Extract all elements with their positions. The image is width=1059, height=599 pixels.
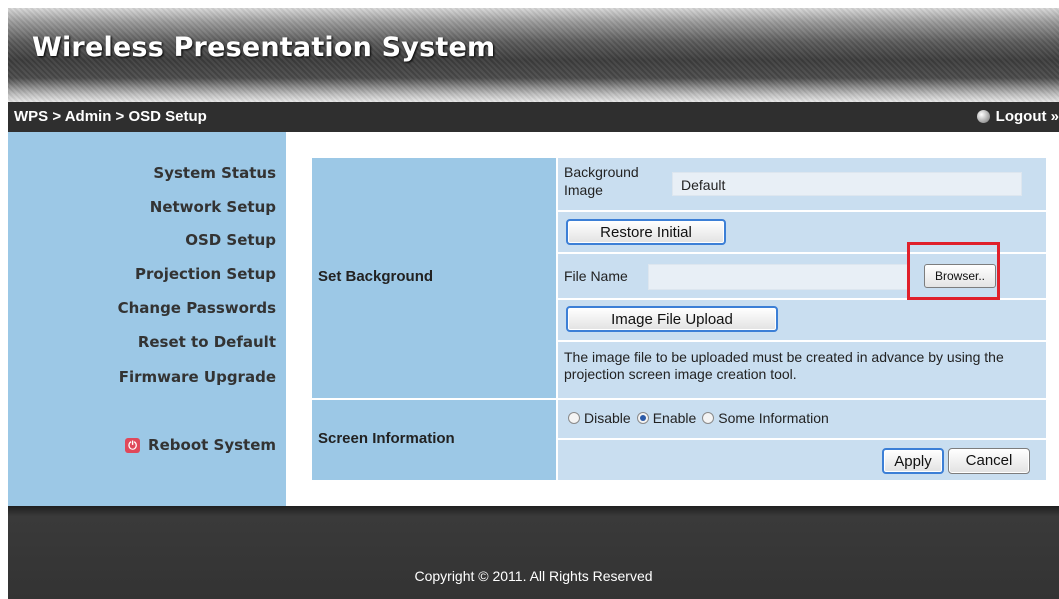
image-file-upload-button[interactable]: Image File Upload <box>566 306 778 332</box>
screen-information-label-cell: Screen Information <box>312 400 556 480</box>
apply-button[interactable]: Apply <box>882 448 944 474</box>
radio-disable-label: Disable <box>584 410 631 426</box>
hint-row: The image file to be uploaded must be cr… <box>558 342 1046 398</box>
breadcrumb: WPS > Admin > OSD Setup <box>14 108 207 125</box>
background-image-label: Background Image <box>564 164 639 198</box>
sidebar-item-network-setup[interactable]: Network Setup <box>150 198 276 216</box>
sidebar-item-reset-to-default[interactable]: Reset to Default <box>138 333 276 351</box>
screen-information-options: Disable Enable Some Information <box>568 410 829 426</box>
logout-icon <box>976 110 990 123</box>
radio-disable[interactable]: Disable <box>568 410 631 426</box>
upload-row: Image File Upload <box>558 300 1046 340</box>
header-banner: Wireless Presentation System <box>8 8 1059 102</box>
sidebar-item-reboot-system[interactable]: ⏻ Reboot System <box>125 436 276 454</box>
background-image-field: Default <box>672 172 1022 196</box>
sidebar-item-firmware-upgrade[interactable]: Firmware Upgrade <box>119 368 276 386</box>
background-image-row: Background Image Default <box>558 158 1046 210</box>
cancel-button[interactable]: Cancel <box>948 448 1030 474</box>
file-name-label: File Name <box>564 268 628 284</box>
radio-some-information-circle[interactable] <box>702 412 715 424</box>
restore-initial-button[interactable]: Restore Initial <box>566 219 726 245</box>
browse-button-highlight <box>907 242 1000 300</box>
upload-hint-text: The image file to be uploaded must be cr… <box>564 349 1004 382</box>
sidebar-item-change-passwords[interactable]: Change Passwords <box>118 299 276 317</box>
sidebar: System Status Network Setup OSD Setup Pr… <box>8 132 286 506</box>
radio-enable-label: Enable <box>652 410 697 426</box>
radio-some-information[interactable]: Some Information <box>702 410 829 426</box>
sidebar-item-system-status[interactable]: System Status <box>153 164 276 182</box>
set-background-label: Set Background <box>318 268 434 285</box>
logout-link[interactable]: Logout » <box>976 108 1059 125</box>
screen-information-label: Screen Information <box>318 430 455 447</box>
radio-enable[interactable]: Enable <box>636 410 697 426</box>
logout-label: Logout » <box>995 108 1059 125</box>
copyright-text: Copyright © 2011. All Rights Reserved <box>414 568 653 584</box>
app-title: Wireless Presentation System <box>32 32 496 63</box>
reboot-label: Reboot System <box>148 436 276 454</box>
footer: Copyright © 2011. All Rights Reserved <box>8 506 1059 599</box>
radio-some-information-label: Some Information <box>718 410 829 426</box>
sidebar-item-projection-setup[interactable]: Projection Setup <box>135 265 276 283</box>
sidebar-item-osd-setup[interactable]: OSD Setup <box>185 231 276 249</box>
osd-setup-form: Set Background Background Image Default … <box>312 158 1046 480</box>
file-name-input[interactable] <box>648 264 910 290</box>
breadcrumb-bar: WPS > Admin > OSD Setup Logout » <box>8 102 1059 132</box>
radio-disable-circle[interactable] <box>568 412 580 424</box>
action-row: Apply Cancel <box>558 440 1046 480</box>
set-background-label-cell: Set Background <box>312 158 556 398</box>
radio-enable-circle[interactable] <box>636 412 649 424</box>
screen-information-options-row: Disable Enable Some Information <box>558 400 1046 438</box>
power-icon: ⏻ <box>125 437 141 453</box>
